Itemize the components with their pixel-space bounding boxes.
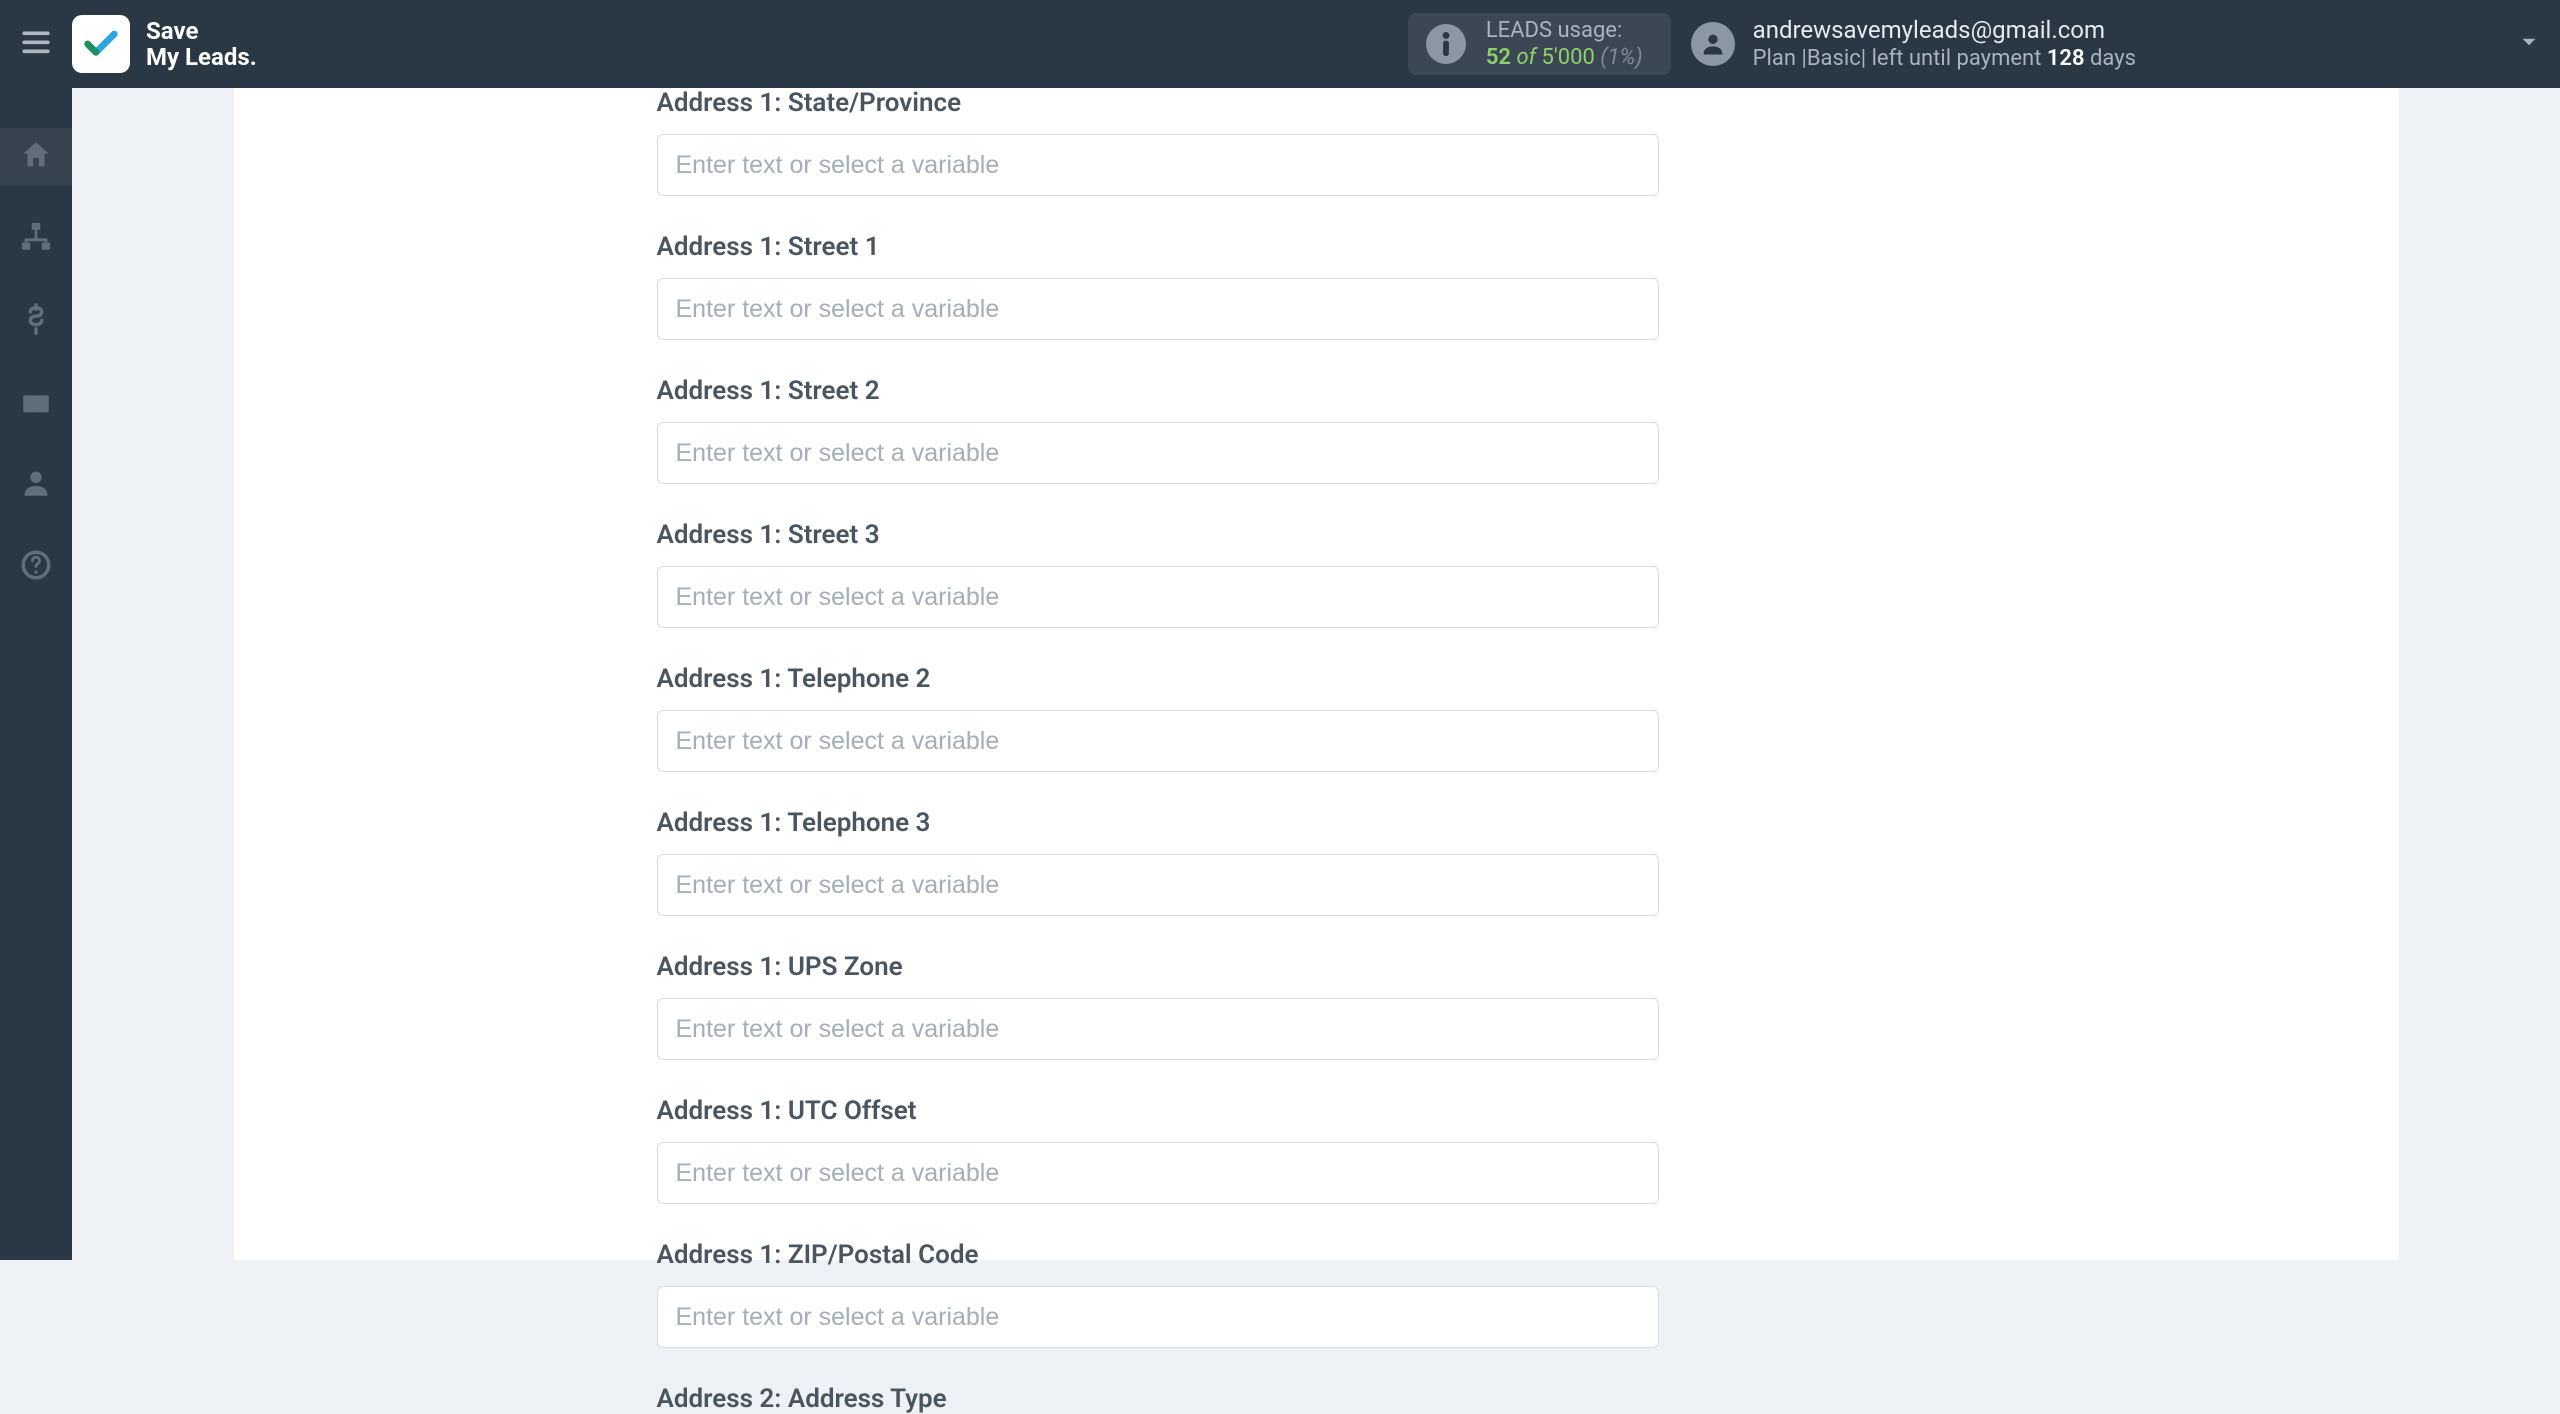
account-block[interactable]: andrewsavemyleads@gmail.com Plan |Basic|… <box>1691 15 2136 73</box>
brand-name: Save My Leads. <box>146 18 257 71</box>
plan-prefix: Plan | <box>1753 46 1807 71</box>
field-label: Address 1: Telephone 3 <box>657 808 2399 838</box>
account-expand-button[interactable] <box>2516 29 2542 59</box>
field-label: Address 2: Address Type <box>657 1384 2399 1414</box>
field-input-zip[interactable] <box>657 1286 1659 1348</box>
brand-name-line2: My Leads. <box>146 44 257 70</box>
brand-name-line1: Save <box>146 18 257 44</box>
field-group: Address 1: Telephone 3 <box>657 808 2399 916</box>
briefcase-icon <box>19 384 53 422</box>
form-area: Address 1: State/Province Address 1: Str… <box>234 88 2399 1414</box>
field-input-street-2[interactable] <box>657 422 1659 484</box>
field-group: Address 1: Street 1 <box>657 232 2399 340</box>
field-label: Address 1: UTC Offset <box>657 1096 2399 1126</box>
field-input-telephone-2[interactable] <box>657 710 1659 772</box>
info-icon <box>1426 24 1466 64</box>
menu-toggle-button[interactable] <box>0 0 72 88</box>
sidebar <box>0 88 72 1260</box>
field-label: Address 1: Telephone 2 <box>657 664 2399 694</box>
field-group: Address 1: Street 3 <box>657 520 2399 628</box>
leads-usage-chip[interactable]: LEADS usage: 52 of 5'000 (1%) <box>1408 13 1671 75</box>
leads-usage-values: 52 of 5'000 (1%) <box>1486 44 1643 72</box>
field-group: Address 2: Address Type <box>657 1384 2399 1414</box>
plan-name: Basic <box>1807 46 1861 71</box>
user-icon <box>19 466 53 504</box>
avatar-icon <box>1691 22 1735 66</box>
plan-mid: | left until payment <box>1861 46 2047 71</box>
account-text: andrewsavemyleads@gmail.com Plan |Basic|… <box>1753 15 2136 73</box>
field-label: Address 1: Street 2 <box>657 376 2399 406</box>
field-group: Address 1: UPS Zone <box>657 952 2399 1060</box>
leads-usage-text: LEADS usage: 52 of 5'000 (1%) <box>1486 17 1643 72</box>
leads-used: 52 <box>1486 45 1511 70</box>
account-plan-line: Plan |Basic| left until payment 128 days <box>1753 45 2136 73</box>
home-icon <box>19 138 53 176</box>
field-input-ups-zone[interactable] <box>657 998 1659 1060</box>
field-input-utc-offset[interactable] <box>657 1142 1659 1204</box>
plan-days-word: days <box>2085 46 2136 71</box>
field-group: Address 1: Street 2 <box>657 376 2399 484</box>
account-email: andrewsavemyleads@gmail.com <box>1753 15 2136 45</box>
field-label: Address 1: Street 1 <box>657 232 2399 262</box>
field-group: Address 1: State/Province <box>657 88 2399 196</box>
leads-pct: (1%) <box>1600 45 1642 70</box>
sidebar-item-workspace[interactable] <box>0 374 72 432</box>
hamburger-icon <box>18 24 54 64</box>
leads-of: of <box>1516 45 1536 70</box>
content-wrap: Address 1: State/Province Address 1: Str… <box>72 88 2560 1260</box>
plan-days-num: 128 <box>2047 46 2085 71</box>
content-card: Address 1: State/Province Address 1: Str… <box>234 88 2399 1260</box>
dollar-icon <box>19 302 53 340</box>
field-group: Address 1: Telephone 2 <box>657 664 2399 772</box>
chevron-down-icon <box>2516 29 2542 59</box>
leads-usage-label: LEADS usage: <box>1486 17 1643 45</box>
sitemap-icon <box>19 220 53 258</box>
field-group: Address 1: UTC Offset <box>657 1096 2399 1204</box>
logo-icon <box>72 15 130 73</box>
sidebar-item-billing[interactable] <box>0 292 72 350</box>
field-input-street-1[interactable] <box>657 278 1659 340</box>
sidebar-item-profile[interactable] <box>0 456 72 514</box>
sidebar-item-help[interactable] <box>0 538 72 596</box>
field-label: Address 1: Street 3 <box>657 520 2399 550</box>
field-input-street-3[interactable] <box>657 566 1659 628</box>
sidebar-item-connections[interactable] <box>0 210 72 268</box>
leads-cap: 5'000 <box>1542 45 1595 70</box>
help-icon <box>19 548 53 586</box>
field-label: Address 1: State/Province <box>657 88 2399 118</box>
field-group: Address 1: ZIP/Postal Code <box>657 1240 2399 1348</box>
field-input-state-province[interactable] <box>657 134 1659 196</box>
brand-logo[interactable]: Save My Leads. <box>72 15 257 73</box>
field-label: Address 1: UPS Zone <box>657 952 2399 982</box>
sidebar-item-home[interactable] <box>0 128 72 186</box>
field-input-telephone-3[interactable] <box>657 854 1659 916</box>
topbar: Save My Leads. LEADS usage: 52 of 5'000 … <box>0 0 2560 88</box>
field-label: Address 1: ZIP/Postal Code <box>657 1240 2399 1270</box>
